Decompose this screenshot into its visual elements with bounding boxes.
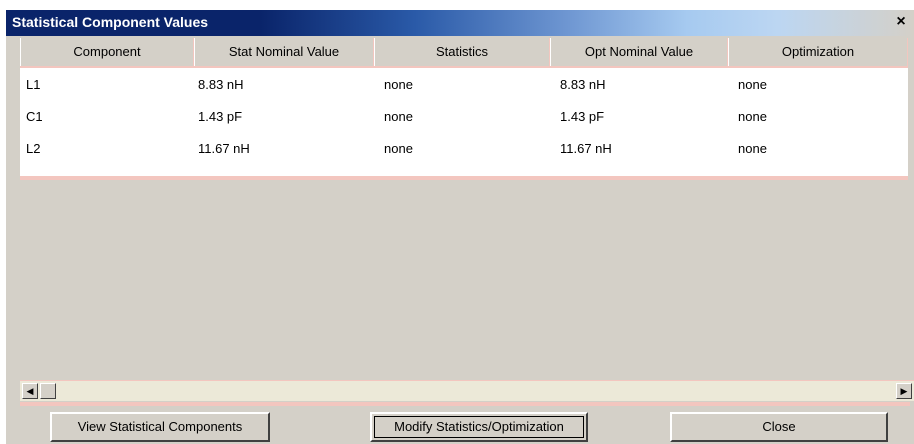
scroll-thumb[interactable] [40,383,56,399]
modify-statistics-optimization-button[interactable]: Modify Statistics/Optimization [370,412,588,442]
column-header-statistics[interactable]: Statistics [374,38,550,66]
grid-separator [20,176,908,180]
scroll-left-icon[interactable]: ◀ [22,383,38,399]
component-values-grid: Component Stat Nominal Value Statistics … [20,38,908,378]
stat-nominal-value-cell: 8.83 nH [198,77,244,92]
horizontal-scrollbar[interactable]: ◀ ▶ [20,380,914,401]
opt-nominal-value-cell: 11.67 nH [560,141,612,156]
grid-rows: L1 8.83 nH none 8.83 nH none C1 1.43 pF … [20,68,908,176]
title-bar: Statistical Component Values × [6,10,914,36]
grid-header: Component Stat Nominal Value Statistics … [20,38,908,68]
component-cell: C1 [26,109,43,124]
optimization-cell: none [738,141,767,156]
statistics-cell: none [384,109,413,124]
column-header-stat-nominal-value[interactable]: Stat Nominal Value [194,38,374,66]
optimization-cell: none [738,109,767,124]
scroll-right-icon[interactable]: ▶ [896,383,912,399]
statistics-cell: none [384,141,413,156]
table-row[interactable]: C1 1.43 pF none 1.43 pF none [20,102,908,132]
opt-nominal-value-cell: 1.43 pF [560,109,605,124]
optimization-cell: none [738,77,767,92]
close-button[interactable]: Close [670,412,888,442]
component-cell: L1 [26,77,41,92]
column-header-optimization[interactable]: Optimization [728,38,908,66]
component-cell: L2 [26,141,41,156]
table-row[interactable]: L1 8.83 nH none 8.83 nH none [20,70,908,100]
stat-nominal-value-cell: 11.67 nH [198,141,250,156]
view-statistical-components-button[interactable]: View Statistical Components [50,412,270,442]
stat-nominal-value-cell: 1.43 pF [198,109,243,124]
column-header-component[interactable]: Component [20,38,194,66]
close-icon[interactable]: × [892,13,910,31]
opt-nominal-value-cell: 8.83 nH [560,77,606,92]
window-title: Statistical Component Values [12,14,209,30]
column-header-opt-nominal-value[interactable]: Opt Nominal Value [550,38,728,66]
statistics-cell: none [384,77,413,92]
divider [20,402,910,406]
table-row[interactable]: L2 11.67 nH none 11.67 nH none [20,134,908,164]
statistical-component-values-dialog: Statistical Component Values × Component… [6,10,914,444]
